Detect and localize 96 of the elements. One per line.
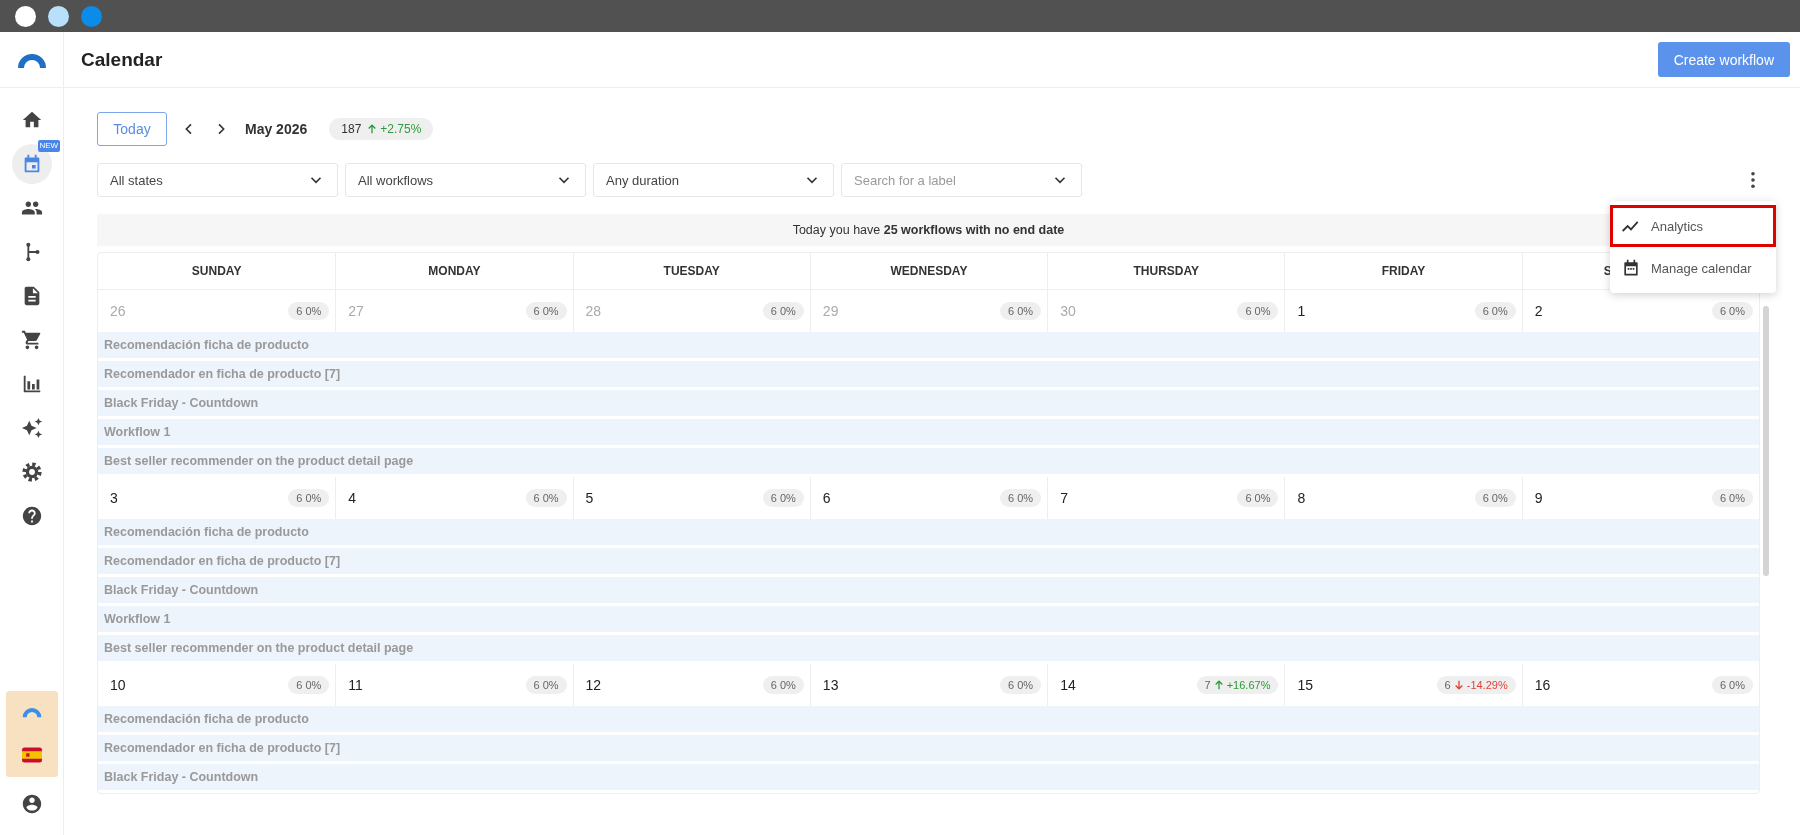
day-cell[interactable]: 10 6 0% <box>98 664 336 706</box>
account-icon[interactable] <box>20 793 43 815</box>
count-text: 6 <box>1719 679 1727 691</box>
settings-icon <box>20 461 43 483</box>
change-text: 0% <box>779 305 796 317</box>
day-number: 12 <box>585 677 602 693</box>
change-text: 0% <box>1729 305 1745 317</box>
help-icon <box>20 505 43 527</box>
day-number: 29 <box>822 303 839 319</box>
change-text: 0% <box>1254 492 1271 504</box>
count-text: 6 <box>770 679 777 691</box>
change-text: 0% <box>305 492 322 504</box>
day-number: 14 <box>1060 677 1076 693</box>
day-number: 6 <box>822 490 831 506</box>
menu-item[interactable]: Analytics <box>1610 205 1776 247</box>
count-text: 6 <box>1482 492 1489 504</box>
workspace-card[interactable] <box>5 691 58 777</box>
change-text: 0% <box>1017 305 1034 317</box>
count-text: 6 <box>533 305 540 317</box>
count-text: 7 <box>1204 679 1211 691</box>
day-cell[interactable]: 26 6 0% <box>98 290 336 332</box>
count-text: 6 <box>1008 492 1015 504</box>
more-icon[interactable] <box>1750 171 1756 189</box>
weekday-header: FRIDAY <box>1381 264 1426 278</box>
day-number: 11 <box>348 677 363 693</box>
count-text: 187 <box>341 122 362 136</box>
calendar-icon <box>1621 258 1641 278</box>
change-text: 0% <box>1729 492 1745 504</box>
day-number: 15 <box>1297 677 1313 693</box>
weekday-header: WEDNESDAY <box>890 264 968 278</box>
today-button[interactable]: Today <box>97 112 167 146</box>
filter-dropdown[interactable]: All states <box>97 163 338 197</box>
count-text: 6 <box>296 679 303 691</box>
day-number: 10 <box>110 677 126 693</box>
count-text: 6 <box>1245 492 1252 504</box>
weekday-header: SUNDAY <box>191 264 242 278</box>
change-text: 0% <box>1491 305 1508 317</box>
day-number: 1 <box>1297 303 1306 319</box>
day-number: 16 <box>1534 677 1551 693</box>
window-control[interactable] <box>48 5 69 27</box>
change-text: 0% <box>1729 679 1745 691</box>
day-number: 27 <box>348 303 364 319</box>
day-number: 8 <box>1297 490 1306 506</box>
logo-icon <box>20 705 43 718</box>
day-number: 30 <box>1060 303 1076 319</box>
change-text: +2.75% <box>380 122 422 136</box>
count-text: 6 <box>1245 305 1252 317</box>
weekday-header: MONDAY <box>428 264 481 278</box>
cart-icon <box>20 329 43 351</box>
day-number: 5 <box>585 490 594 506</box>
count-text: 6 <box>1719 492 1727 504</box>
page-title: Calendar <box>81 48 163 71</box>
change-text: 0% <box>779 492 796 504</box>
weekday-header: THURSDAY <box>1133 264 1200 278</box>
month-label: May 2026 <box>245 121 308 137</box>
change-text: 0% <box>542 305 559 317</box>
filter-dropdown[interactable]: All workflows <box>345 163 586 197</box>
change-text: 0% <box>779 679 796 691</box>
count-text: 6 <box>1008 679 1015 691</box>
day-number: 13 <box>822 677 839 693</box>
change-text: -14.29% <box>1466 679 1508 691</box>
new-badge: NEW <box>37 140 61 152</box>
count-text: 6 <box>1482 305 1489 317</box>
count-text: 6 <box>533 679 540 691</box>
count-text: 6 <box>533 492 540 504</box>
day-number: 26 <box>110 303 126 319</box>
count-text: 6 <box>296 305 303 317</box>
count-text: 6 <box>1719 305 1727 317</box>
change-text: 0% <box>1017 492 1034 504</box>
day-number: 4 <box>348 490 357 506</box>
change-text: 0% <box>305 305 322 317</box>
flag-icon <box>21 746 42 763</box>
change-text: 0% <box>1017 679 1034 691</box>
day-number: 9 <box>1534 490 1543 506</box>
change-text: 0% <box>542 492 559 504</box>
change-text: +16.67% <box>1226 679 1271 691</box>
change-text: 0% <box>542 679 559 691</box>
day-number: 3 <box>110 490 118 506</box>
count-text: 6 <box>1008 305 1015 317</box>
count-text: 6 <box>770 305 777 317</box>
window-control[interactable] <box>15 5 36 27</box>
change-text: 0% <box>1491 492 1508 504</box>
count-text: 6 <box>770 492 777 504</box>
day-number: 28 <box>585 303 602 319</box>
day-cell[interactable]: 3 6 0% <box>98 477 336 519</box>
day-number: 7 <box>1060 490 1068 506</box>
change-text: 0% <box>1254 305 1271 317</box>
count-text: 6 <box>1444 679 1451 691</box>
filter-dropdown[interactable]: Any duration <box>593 163 834 197</box>
change-text: 0% <box>305 679 322 691</box>
sparkles-icon <box>20 417 43 439</box>
count-text: 6 <box>296 492 303 504</box>
scrollbar-thumb[interactable] <box>1763 306 1769 576</box>
day-number: 2 <box>1534 303 1543 319</box>
weekday-header: TUESDAY <box>663 264 720 278</box>
menu-item[interactable]: Manage calendar <box>1610 247 1776 289</box>
